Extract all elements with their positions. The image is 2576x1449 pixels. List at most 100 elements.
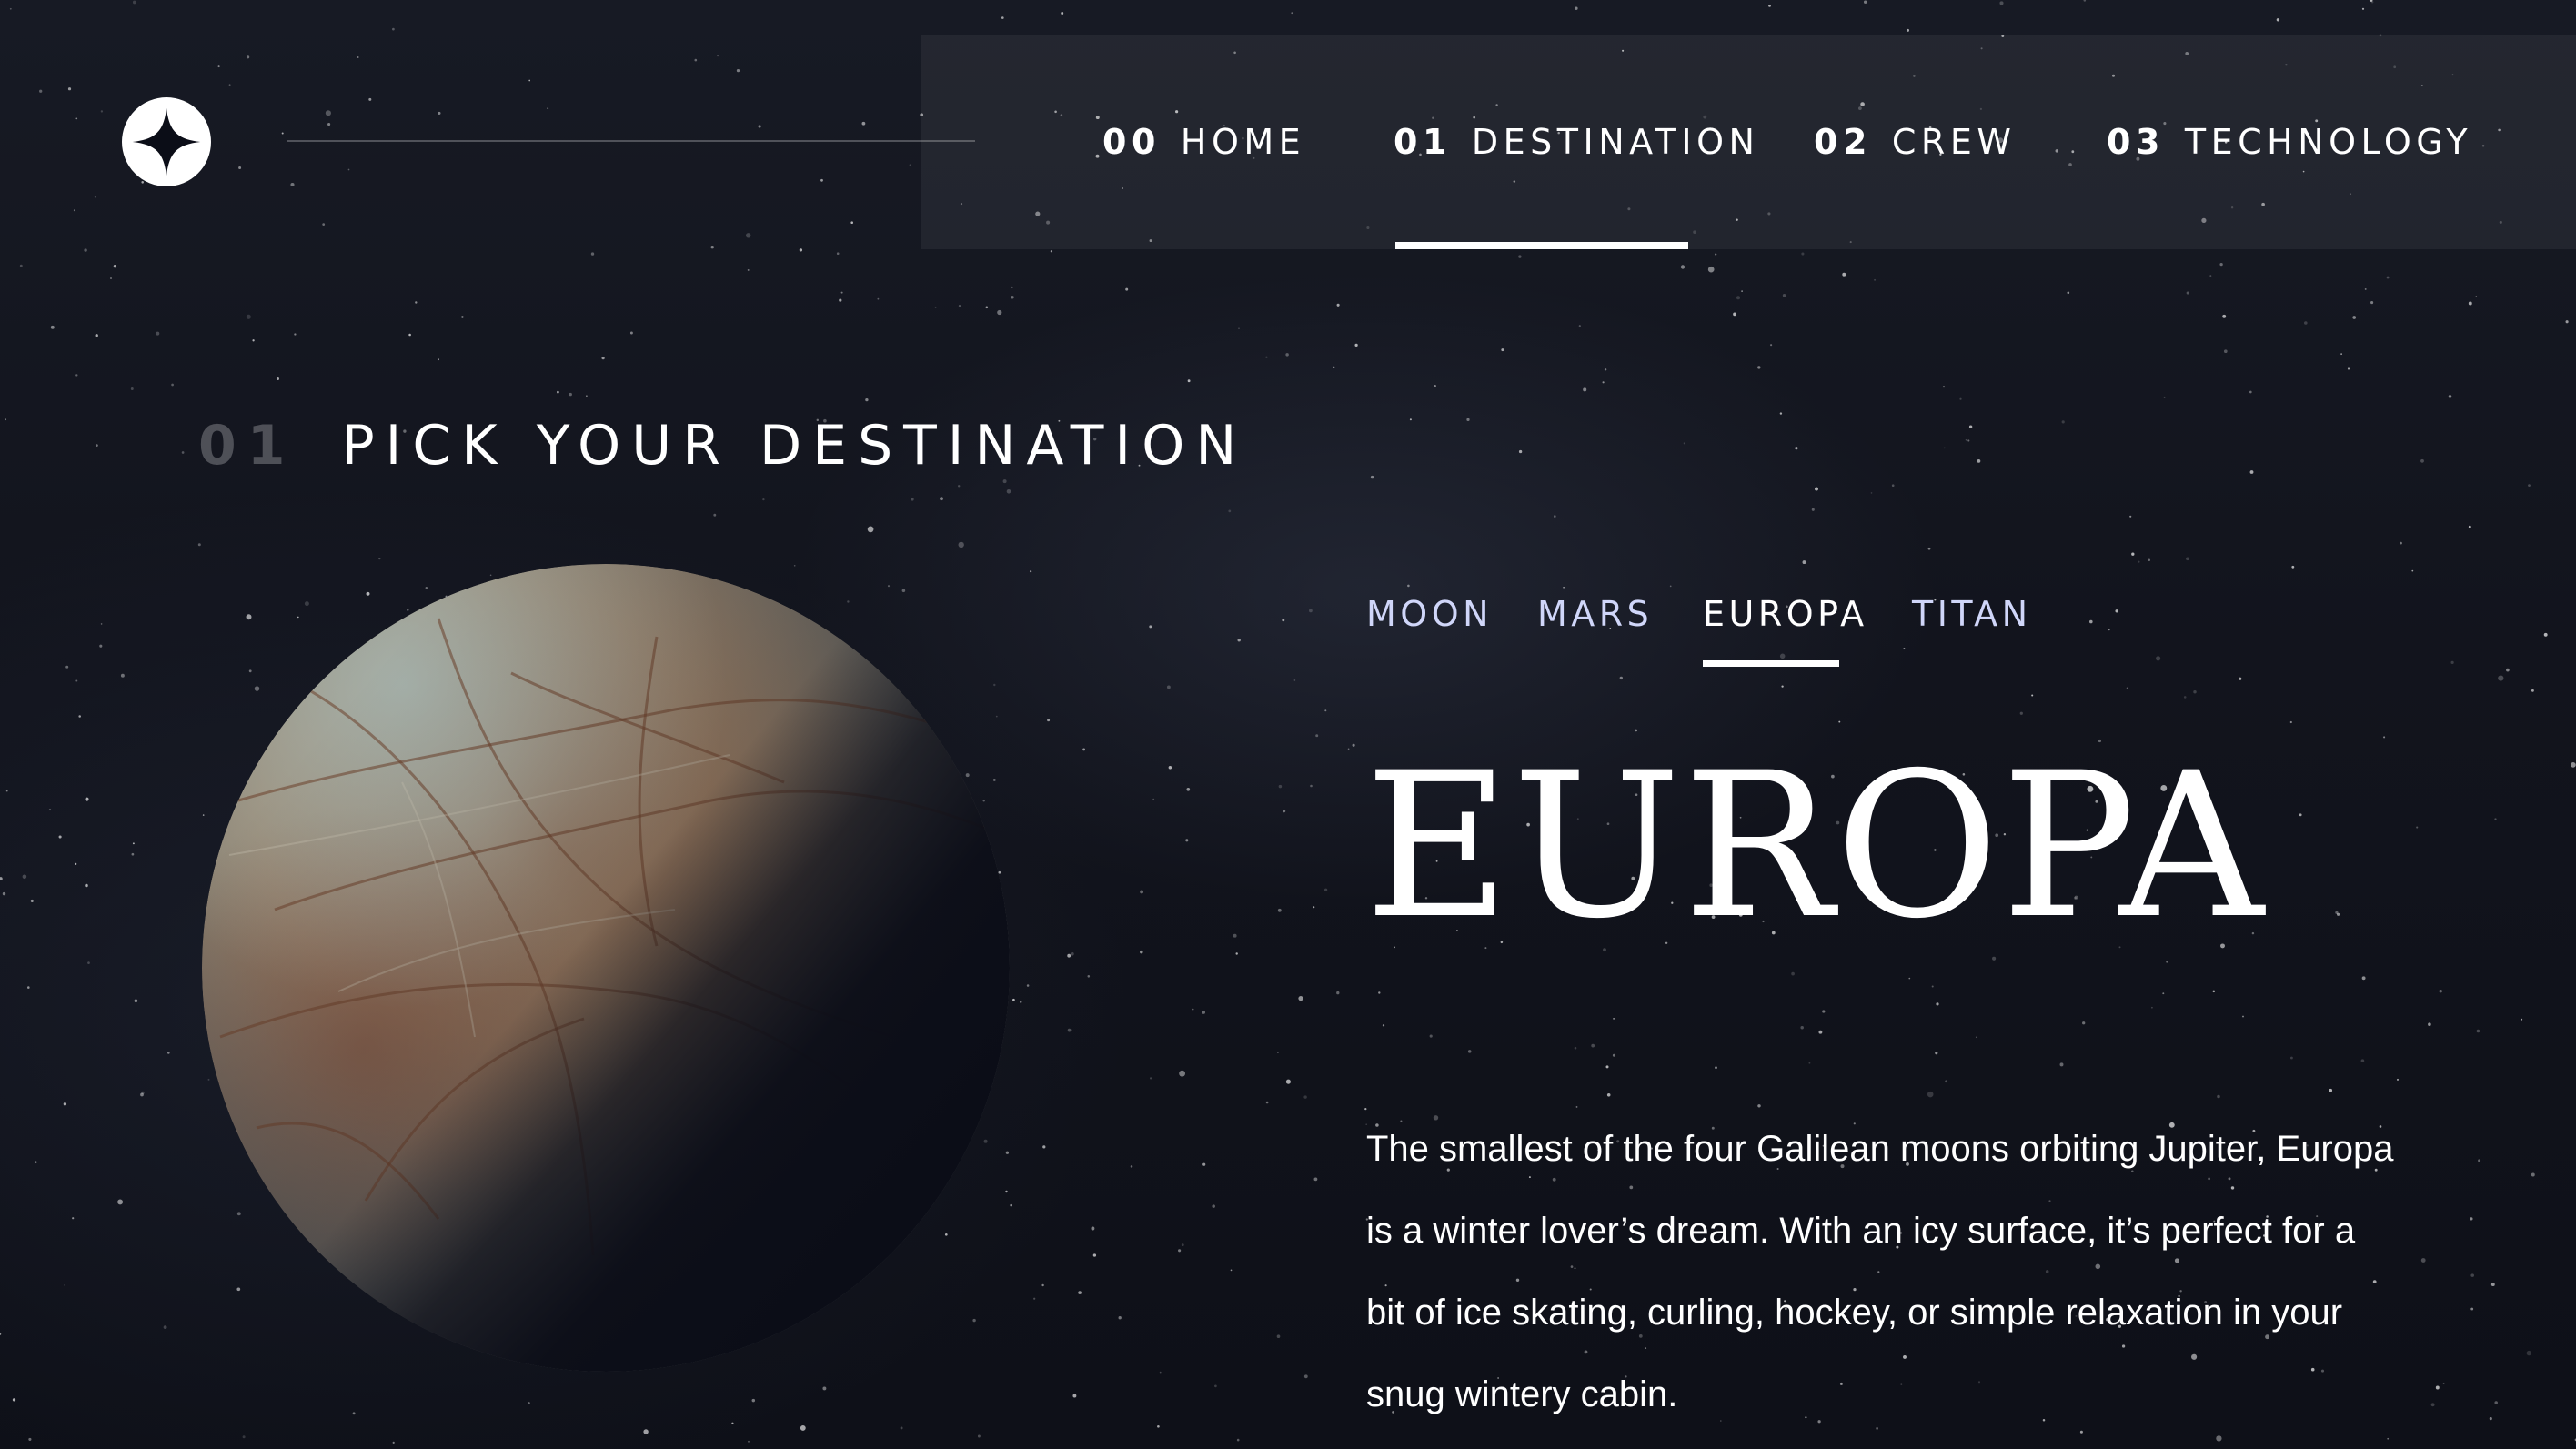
star-dot bbox=[1434, 384, 1436, 387]
star-dot bbox=[2082, 1021, 2086, 1025]
star-dot bbox=[30, 899, 34, 902]
star-dot bbox=[357, 56, 359, 58]
star-dot bbox=[1870, 492, 1873, 494]
star-dot bbox=[2156, 656, 2161, 661]
star-dot bbox=[717, 55, 719, 57]
star-dot bbox=[911, 498, 914, 501]
star-dot bbox=[2528, 484, 2531, 487]
star-dot bbox=[1212, 1204, 1215, 1208]
star-dot bbox=[197, 543, 201, 547]
star-dot bbox=[67, 87, 72, 91]
star-dot bbox=[2494, 1401, 2498, 1404]
star-dot bbox=[132, 842, 135, 845]
star-dot bbox=[2289, 720, 2292, 724]
star-dot bbox=[130, 387, 134, 390]
star-dot bbox=[1277, 908, 1282, 912]
star-dot bbox=[2151, 1006, 2153, 1009]
tab-titan[interactable]: TITAN bbox=[1912, 582, 2032, 646]
star-dot bbox=[392, 1441, 395, 1444]
nav-item-technology[interactable]: 03 TECHNOLOGY bbox=[2107, 35, 2472, 249]
nav-item-number: 02 bbox=[1814, 122, 1872, 162]
star-dot bbox=[75, 862, 77, 866]
nav-item-home[interactable]: 00 HOME bbox=[1102, 35, 1305, 249]
star-dot bbox=[1152, 798, 1155, 800]
star-dot bbox=[1277, 1052, 1279, 1053]
star-dot bbox=[2219, 262, 2223, 267]
star-dot bbox=[2138, 560, 2140, 563]
star-dot bbox=[1159, 1371, 1162, 1374]
star-dot bbox=[2435, 1385, 2440, 1390]
star-dot bbox=[95, 334, 98, 337]
star-dot bbox=[2276, 18, 2280, 22]
star-dot bbox=[1157, 1424, 1160, 1428]
star-dot bbox=[1715, 1066, 1717, 1069]
star-dot bbox=[2442, 1383, 2445, 1384]
tab-moon[interactable]: MOON bbox=[1366, 582, 1493, 646]
star-dot bbox=[840, 291, 843, 294]
star-dot bbox=[5, 418, 7, 421]
star-dot bbox=[35, 1161, 37, 1163]
star-dot bbox=[1838, 720, 1841, 723]
nav-item-label: CREW bbox=[1891, 122, 2017, 162]
star-dot bbox=[985, 306, 989, 309]
star-dot bbox=[748, 1440, 750, 1443]
star-dot bbox=[1370, 475, 1374, 479]
nav-item-label: TECHNOLOGY bbox=[2184, 122, 2473, 162]
star-dot bbox=[19, 264, 23, 267]
star-dot bbox=[1906, 28, 1910, 32]
star-dot bbox=[1931, 985, 1934, 988]
star-dot bbox=[2543, 632, 2548, 637]
star-dot bbox=[762, 498, 765, 501]
star-dot bbox=[1518, 449, 1523, 454]
star-dot bbox=[242, 1435, 246, 1439]
star-dot bbox=[1006, 489, 1011, 494]
tab-europa[interactable]: EUROPA bbox=[1703, 582, 1868, 646]
star-dot bbox=[2163, 396, 2166, 398]
star-dot bbox=[2470, 1307, 2474, 1311]
tab-mars[interactable]: MARS bbox=[1537, 582, 1653, 646]
star-dot bbox=[1041, 1283, 1044, 1287]
star-dot bbox=[1202, 1162, 1206, 1166]
star-dot bbox=[63, 1102, 67, 1106]
star-dot bbox=[1192, 1008, 1194, 1011]
star-dot bbox=[1683, 442, 1685, 445]
star-dot bbox=[1091, 1226, 1095, 1231]
star-dot bbox=[1965, 438, 1967, 441]
star-dot bbox=[1554, 515, 1556, 518]
star-dot bbox=[569, 392, 572, 397]
star-dot bbox=[2489, 1417, 2492, 1421]
star-dot bbox=[1518, 255, 1522, 258]
star-dot bbox=[1382, 1024, 1385, 1027]
star-dot bbox=[131, 852, 135, 856]
star-dot bbox=[1768, 5, 1771, 7]
star-dot bbox=[1310, 784, 1313, 788]
star-dot bbox=[2420, 458, 2424, 463]
star-dot bbox=[2186, 291, 2189, 295]
star-dot bbox=[1619, 676, 1623, 680]
nav-item-crew[interactable]: 02 CREW bbox=[1814, 35, 2016, 249]
star-dot bbox=[2439, 990, 2442, 993]
nav-item-destination[interactable]: 01 DESTINATION bbox=[1394, 35, 1759, 249]
star-logo-icon[interactable] bbox=[122, 97, 211, 186]
page-heading: 01 PICK YOUR DESTINATION bbox=[198, 409, 1247, 482]
star-dot bbox=[934, 306, 937, 308]
star-dot bbox=[1236, 1438, 1240, 1442]
star-dot bbox=[2494, 818, 2497, 820]
star-dot bbox=[2411, 569, 2414, 572]
star-dot bbox=[1061, 12, 1064, 15]
star-dot bbox=[22, 874, 27, 880]
star-dot bbox=[28, 1437, 32, 1441]
star-dot bbox=[2386, 276, 2390, 279]
star-dot bbox=[1959, 397, 1962, 400]
destination-title: EUROPA bbox=[1364, 730, 2266, 962]
star-dot bbox=[1214, 1384, 1217, 1388]
star-dot bbox=[1118, 1316, 1122, 1320]
star-dot bbox=[2347, 367, 2350, 370]
star-dot bbox=[2183, 696, 2187, 699]
nav-item-number: 01 bbox=[1394, 122, 1452, 162]
star-dot bbox=[277, 377, 279, 380]
star-dot bbox=[2430, 1403, 2435, 1407]
star-dot bbox=[1602, 381, 1605, 384]
star-dot bbox=[1606, 1093, 1611, 1097]
star-dot bbox=[2337, 912, 2340, 916]
